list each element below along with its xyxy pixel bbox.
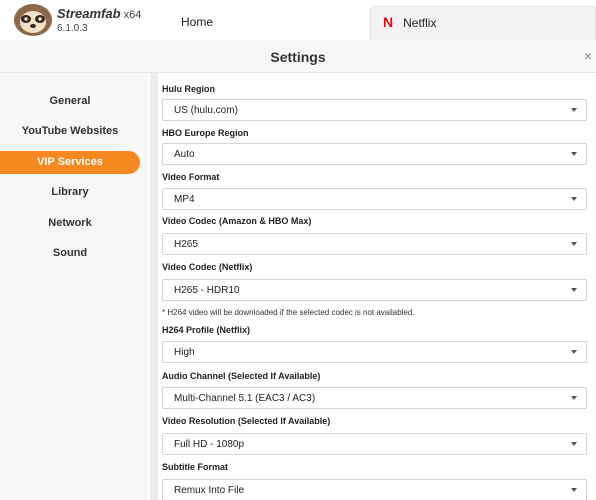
brand-edition: x64 <box>123 9 142 21</box>
tab-netflix[interactable]: N Netflix <box>370 6 596 40</box>
h264-profile-select[interactable]: High <box>162 341 587 363</box>
tab-home[interactable]: Home <box>168 6 360 36</box>
app-brand: Streamfab x64 <box>57 6 141 21</box>
codec-netflix-label: Video Codec (Netflix) <box>162 262 253 272</box>
chevron-down-icon <box>571 488 577 492</box>
chevron-down-icon <box>571 108 577 112</box>
chevron-down-icon <box>571 350 577 354</box>
subtitle-format-value: Remux Into File <box>174 485 245 496</box>
hbo-region-value: Auto <box>174 149 195 160</box>
netflix-n-icon: N <box>383 14 394 30</box>
sidebar-item-network[interactable]: Network <box>0 212 140 235</box>
hbo-region-label: HBO Europe Region <box>162 128 249 138</box>
close-icon[interactable]: × <box>584 48 596 64</box>
chevron-down-icon <box>571 197 577 201</box>
audio-channel-label: Audio Channel (Selected If Available) <box>162 371 321 381</box>
chevron-down-icon <box>571 288 577 292</box>
video-resolution-value: Full HD - 1080p <box>174 439 245 450</box>
codec-note: * H264 video will be downloaded if the s… <box>162 308 415 317</box>
video-resolution-label: Video Resolution (Selected If Available) <box>162 416 331 426</box>
audio-channel-select[interactable]: Multi-Channel 5.1 (EAC3 / AC3) <box>162 387 587 409</box>
video-format-select[interactable]: MP4 <box>162 188 587 210</box>
sidebar-item-general[interactable]: General <box>0 90 140 113</box>
subtitle-format-select[interactable]: Remux Into File <box>162 479 587 500</box>
tab-home-label: Home <box>181 15 214 29</box>
title-bar: Streamfab x64 6.1.0.3 Home N Netflix <box>0 0 596 40</box>
scrollbar-track[interactable] <box>150 73 158 500</box>
codec-amazon-value: H265 <box>174 239 198 250</box>
video-format-value: MP4 <box>174 194 195 205</box>
brand-name: Streamfab <box>57 6 121 21</box>
settings-header: Settings × <box>0 40 596 73</box>
video-resolution-select[interactable]: Full HD - 1080p <box>162 433 587 455</box>
chevron-down-icon <box>571 152 577 156</box>
video-format-label: Video Format <box>162 172 220 182</box>
codec-amazon-label: Video Codec (Amazon & HBO Max) <box>162 216 312 226</box>
hulu-region-value: US (hulu.com) <box>174 105 238 116</box>
codec-netflix-value: H265 - HDR10 <box>174 285 240 296</box>
settings-title: Settings <box>270 49 326 65</box>
subtitle-format-label: Subtitle Format <box>162 462 229 472</box>
codec-amazon-select[interactable]: H265 <box>162 233 587 255</box>
sidebar-item-vip-services[interactable]: VIP Services <box>0 151 140 174</box>
tab-netflix-label: Netflix <box>403 16 437 30</box>
h264-profile-value: High <box>174 347 195 358</box>
sidebar-item-library[interactable]: Library <box>0 181 140 204</box>
app-version: 6.1.0.3 <box>57 23 88 34</box>
codec-netflix-select[interactable]: H265 - HDR10 <box>162 279 587 301</box>
sidebar-item-youtube-websites[interactable]: YouTube Websites <box>0 120 140 143</box>
chevron-down-icon <box>571 242 577 246</box>
hulu-region-label: Hulu Region <box>162 84 215 94</box>
vip-services-panel: Hulu Region US (hulu.com) HBO Europe Reg… <box>150 73 596 500</box>
audio-channel-value: Multi-Channel 5.1 (EAC3 / AC3) <box>174 393 316 404</box>
hulu-region-select[interactable]: US (hulu.com) <box>162 99 587 121</box>
chevron-down-icon <box>571 442 577 446</box>
settings-sidebar: General YouTube Websites VIP Services Li… <box>0 73 148 500</box>
chevron-down-icon <box>571 396 577 400</box>
h264-profile-label: H264 Profile (Netflix) <box>162 325 251 335</box>
sloth-logo-icon <box>12 2 54 38</box>
hbo-region-select[interactable]: Auto <box>162 143 587 165</box>
sidebar-item-sound[interactable]: Sound <box>0 242 140 265</box>
